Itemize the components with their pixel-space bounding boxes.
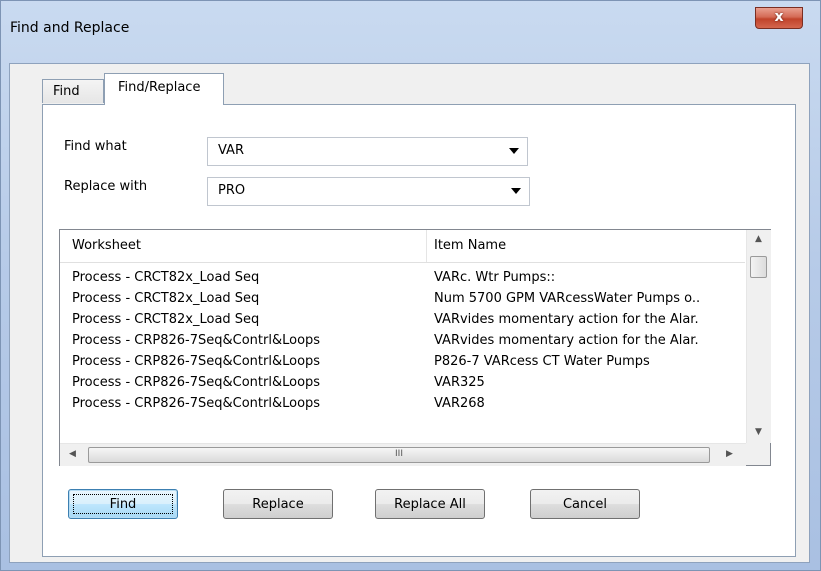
find-button[interactable]: Find xyxy=(68,489,178,519)
scroll-down-icon[interactable]: ▼ xyxy=(755,427,762,437)
cell-item-name: VAR268 xyxy=(434,396,485,411)
table-row[interactable]: Process - CRCT82x_Load Seq Num 5700 GPM … xyxy=(60,289,745,310)
replace-with-label: Replace with xyxy=(64,179,148,194)
results-list[interactable]: Worksheet Item Name Process - CRCT82x_Lo… xyxy=(59,229,771,466)
title-bar[interactable]: Find and Replace x xyxy=(1,1,820,63)
vertical-scroll-thumb[interactable] xyxy=(750,256,767,278)
chevron-down-icon[interactable] xyxy=(509,148,519,154)
table-row[interactable]: Process - CRCT82x_Load Seq VARc. Wtr Pum… xyxy=(60,268,745,289)
find-what-label: Find what xyxy=(64,139,127,154)
scroll-left-icon[interactable]: ◀ xyxy=(69,449,76,459)
table-row[interactable]: Process - CRP826-7Seq&Contrl&Loops VARvi… xyxy=(60,331,745,352)
cell-worksheet: Process - CRCT82x_Load Seq xyxy=(72,312,260,327)
scroll-right-icon[interactable]: ▶ xyxy=(726,449,733,459)
cell-worksheet: Process - CRCT82x_Load Seq xyxy=(72,270,260,285)
replace-with-combo[interactable]: PRO xyxy=(207,177,530,206)
list-header: Worksheet Item Name xyxy=(60,230,745,263)
focus-rectangle xyxy=(73,494,173,514)
chevron-down-icon[interactable] xyxy=(511,188,521,194)
scroll-up-icon[interactable]: ▲ xyxy=(755,234,762,244)
replace-all-button[interactable]: Replace All xyxy=(375,489,485,519)
cell-worksheet: Process - CRP826-7Seq&Contrl&Loops xyxy=(72,396,321,411)
table-row[interactable]: Process - CRP826-7Seq&Contrl&Loops P826-… xyxy=(60,352,745,373)
column-divider[interactable] xyxy=(426,230,427,262)
cell-worksheet: Process - CRP826-7Seq&Contrl&Loops xyxy=(72,354,321,369)
tab-find[interactable]: Find xyxy=(42,79,104,103)
window-title: Find and Replace xyxy=(10,20,130,36)
cell-item-name: VARvides momentary action for the Alar. xyxy=(434,312,699,327)
close-button[interactable]: x xyxy=(755,7,803,29)
tab-find-replace[interactable]: Find/Replace xyxy=(104,73,224,105)
cell-worksheet: Process - CRP826-7Seq&Contrl&Loops xyxy=(72,375,321,390)
horizontal-scrollbar[interactable]: ◀ III ▶ xyxy=(60,443,746,466)
grip-icon: III xyxy=(395,449,403,459)
find-what-value: VAR xyxy=(218,143,244,158)
replace-with-value: PRO xyxy=(218,183,246,198)
cell-worksheet: Process - CRCT82x_Load Seq xyxy=(72,291,260,306)
column-header-worksheet[interactable]: Worksheet xyxy=(72,238,141,253)
cell-item-name: VAR325 xyxy=(434,375,485,390)
tab-find-label: Find xyxy=(53,84,80,99)
cell-worksheet: Process - CRP826-7Seq&Contrl&Loops xyxy=(72,333,321,348)
table-row[interactable]: Process - CRP826-7Seq&Contrl&Loops VAR32… xyxy=(60,373,745,394)
vertical-scrollbar[interactable]: ▲ ▼ xyxy=(746,230,771,443)
cell-item-name: P826-7 VARcess CT Water Pumps xyxy=(434,354,650,369)
table-row[interactable]: Process - CRP826-7Seq&Contrl&Loops VAR26… xyxy=(60,394,745,415)
close-icon: x xyxy=(774,9,784,25)
cell-item-name: VARvides momentary action for the Alar. xyxy=(434,333,699,348)
table-row[interactable]: Process - CRCT82x_Load Seq VARvides mome… xyxy=(60,310,745,331)
find-replace-window: Find and Replace x Find Find/Replace Fin… xyxy=(0,0,821,571)
find-what-combo[interactable]: VAR xyxy=(207,137,528,166)
horizontal-scroll-thumb[interactable]: III xyxy=(88,447,710,463)
cell-item-name: VARc. Wtr Pumps:: xyxy=(434,270,556,285)
scrollbar-corner xyxy=(746,443,770,465)
cell-item-name: Num 5700 GPM VARcessWater Pumps o.. xyxy=(434,291,701,306)
column-header-item-name[interactable]: Item Name xyxy=(434,238,506,253)
tab-find-replace-label: Find/Replace xyxy=(118,80,201,95)
cancel-button[interactable]: Cancel xyxy=(530,489,640,519)
replace-button[interactable]: Replace xyxy=(223,489,333,519)
